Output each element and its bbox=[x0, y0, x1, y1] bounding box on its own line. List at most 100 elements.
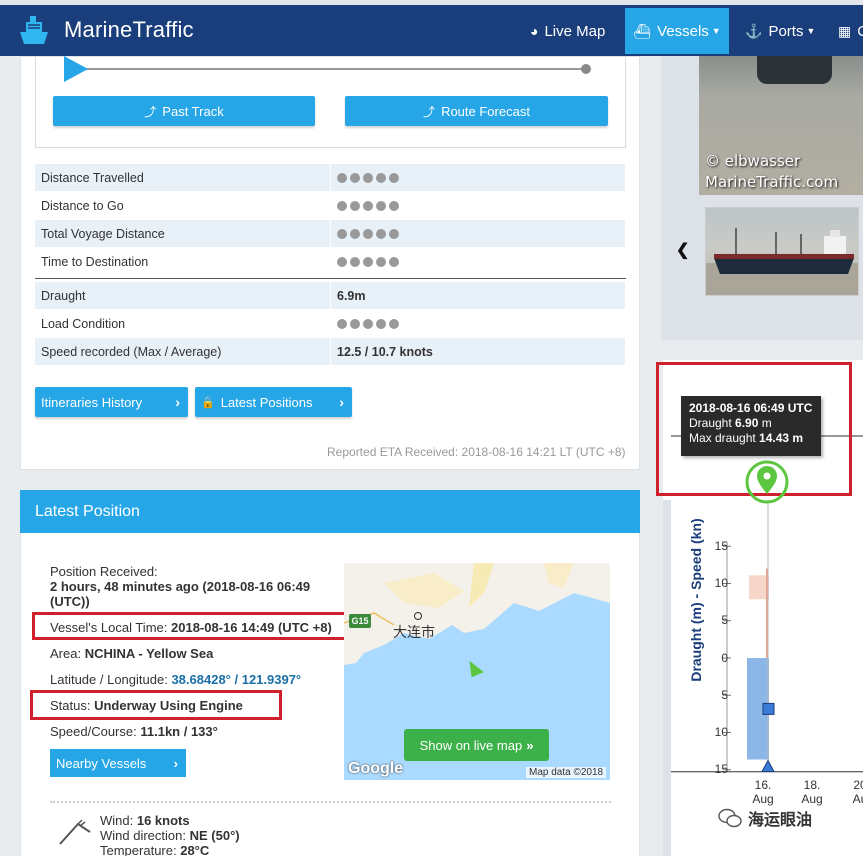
wind-direction-label: Wind direction: bbox=[100, 828, 186, 843]
info-row-time-to-destination: Time to Destination bbox=[35, 248, 625, 275]
info-row-label: Time to Destination bbox=[35, 248, 331, 275]
wind-label: Wind: bbox=[100, 813, 134, 828]
brand-logo[interactable]: MarineTraffic bbox=[14, 10, 194, 50]
max-draught-point bbox=[761, 759, 775, 773]
itineraries-history-button[interactable]: Itineraries History › bbox=[35, 387, 188, 417]
local-time-value: 2018-08-16 14:49 (UTC +8) bbox=[171, 620, 332, 635]
x-tick-day: 16. bbox=[754, 778, 772, 792]
photo-credit: © elbwasser bbox=[705, 152, 801, 170]
vessel-photo-thumbnail[interactable] bbox=[705, 207, 859, 296]
ship-icon: ⛴ bbox=[633, 22, 652, 39]
track-icon: ⤴ bbox=[144, 104, 157, 119]
double-chevron-right-icon: » bbox=[526, 737, 534, 753]
speed-value: 12.5 / 10.7 knots bbox=[337, 344, 433, 359]
info-row-load-condition: Load Condition bbox=[35, 310, 625, 337]
chart-y-axis-label: Draught (m) - Speed (kn) bbox=[688, 518, 704, 682]
chevron-down-icon: ▼ bbox=[806, 26, 816, 36]
info-row-distance-to-go: Distance to Go bbox=[35, 192, 625, 219]
nav-vessels-label: Vessels bbox=[657, 22, 709, 40]
chevron-left-icon[interactable]: ❮ bbox=[676, 240, 689, 260]
city-marker-icon bbox=[414, 612, 422, 620]
brand-name: MarineTraffic bbox=[64, 17, 194, 42]
chevron-down-icon: ▼ bbox=[711, 26, 721, 36]
route-icon: ⤴ bbox=[423, 104, 436, 119]
wind-direction-line: Wind direction: NE (50°) bbox=[100, 828, 240, 843]
position-received-value: 2 hours, 48 minutes ago (2018-08-16 06:4… bbox=[50, 579, 310, 594]
position-received-utc: (UTC)) bbox=[50, 594, 90, 609]
area-label: Area: bbox=[50, 646, 82, 661]
info-row-draught: Draught 6.9m bbox=[35, 282, 625, 309]
x-tick-label: 16. Aug bbox=[748, 778, 778, 806]
vessel-photo-hull bbox=[757, 56, 832, 84]
map-pin-icon[interactable] bbox=[745, 460, 789, 504]
x-tick-month: Aug bbox=[752, 792, 774, 806]
info-row-label: Distance Travelled bbox=[35, 164, 331, 191]
x-tick-label: 18. Aug bbox=[797, 778, 827, 806]
ship-thumbnail-drawing bbox=[706, 228, 858, 295]
masked-value bbox=[331, 228, 402, 239]
temperature-line: Temperature: 28°C bbox=[100, 843, 209, 856]
position-received-value2: (UTC)) bbox=[50, 594, 90, 609]
voyage-progress-arrow-icon bbox=[64, 56, 88, 82]
itineraries-history-label: Itineraries History bbox=[41, 394, 143, 410]
x-tick-month: Aug bbox=[801, 792, 823, 806]
latest-position-title: Latest Position bbox=[20, 490, 640, 533]
position-received-time: 2 hours, 48 minutes ago (2018-08-16 06:4… bbox=[50, 579, 311, 594]
status-value: Underway Using Engine bbox=[94, 698, 243, 713]
google-logo[interactable]: Google bbox=[348, 760, 403, 778]
nav-more-label: C bbox=[857, 22, 863, 40]
route-forecast-button[interactable]: ⤴ Route Forecast bbox=[345, 96, 608, 126]
map-city-label: 大连市 bbox=[393, 624, 435, 640]
x-tick-day: 20 bbox=[853, 778, 863, 792]
temperature-label: Temperature: bbox=[100, 843, 177, 856]
nav-ports[interactable]: ⚓ Ports ▼ bbox=[745, 8, 815, 54]
local-time-line: Vessel's Local Time: 2018-08-16 14:49 (U… bbox=[50, 620, 332, 635]
y-tick-label: 5 bbox=[721, 613, 728, 627]
draught-value: 6.9m bbox=[337, 288, 366, 303]
x-tick-month: Au bbox=[852, 792, 863, 806]
nav-live-map[interactable]: ◕ Live Map bbox=[530, 8, 620, 54]
local-time-label: Vessel's Local Time: bbox=[50, 620, 168, 635]
y-tick-label: 15 bbox=[714, 539, 728, 553]
temperature-value: 28°C bbox=[180, 843, 210, 856]
status-label: Status: bbox=[50, 698, 91, 713]
latlon-value[interactable]: 38.68428° / 121.9397° bbox=[171, 672, 301, 687]
nav-ports-label: Ports bbox=[768, 22, 804, 40]
nav-vessels[interactable]: ⛴ Vessels ▼ bbox=[625, 8, 729, 54]
wechat-icon bbox=[718, 808, 742, 828]
wind-icon bbox=[59, 819, 91, 845]
area-line: Area: NCHINA - Yellow Sea bbox=[50, 646, 213, 661]
browser-strip bbox=[0, 0, 863, 5]
latest-positions-button[interactable]: 🔒 Latest Positions › bbox=[195, 387, 352, 417]
chevron-right-icon: › bbox=[339, 394, 344, 410]
info-row-speed: Speed recorded (Max / Average) 12.5 / 10… bbox=[35, 338, 625, 365]
chevron-right-icon: › bbox=[175, 394, 180, 410]
masked-value bbox=[331, 256, 402, 267]
speed-course-label: Speed/Course: bbox=[50, 724, 137, 739]
y-tick-label: 0 bbox=[721, 651, 728, 665]
past-track-button[interactable]: ⤴ Past Track bbox=[53, 96, 315, 126]
photo-credit-site: MarineTraffic.com bbox=[705, 173, 839, 191]
info-row-label: Speed recorded (Max / Average) bbox=[35, 338, 331, 365]
eta-note: Reported ETA Received: 2018-08-16 14:21 … bbox=[327, 445, 626, 459]
info-row-total-voyage: Total Voyage Distance bbox=[35, 220, 625, 247]
show-on-live-map-button[interactable]: Show on live map » bbox=[404, 729, 549, 761]
ship-logo-icon bbox=[20, 16, 48, 44]
wind-direction-value: NE (50°) bbox=[189, 828, 240, 843]
lock-icon: 🔒 bbox=[201, 396, 215, 409]
nav-more[interactable]: ▦ C bbox=[838, 8, 863, 54]
anchor-icon: ⚓ bbox=[745, 22, 763, 39]
wind-line: Wind: 16 knots bbox=[100, 813, 190, 828]
globe-icon: ◕ bbox=[530, 23, 539, 39]
nearby-vessels-label: Nearby Vessels bbox=[56, 755, 147, 771]
grid-icon: ▦ bbox=[838, 22, 852, 39]
info-row-label: Total Voyage Distance bbox=[35, 220, 331, 247]
nav-live-map-label: Live Map bbox=[544, 22, 606, 40]
nearby-vessels-button[interactable]: Nearby Vessels › bbox=[50, 749, 186, 777]
info-row-label: Distance to Go bbox=[35, 192, 331, 219]
y-tick-label: 15 bbox=[714, 762, 728, 776]
divider bbox=[35, 278, 626, 279]
draught-point bbox=[762, 702, 775, 715]
y-tick-label: 10 bbox=[714, 725, 728, 739]
masked-value bbox=[331, 318, 402, 329]
